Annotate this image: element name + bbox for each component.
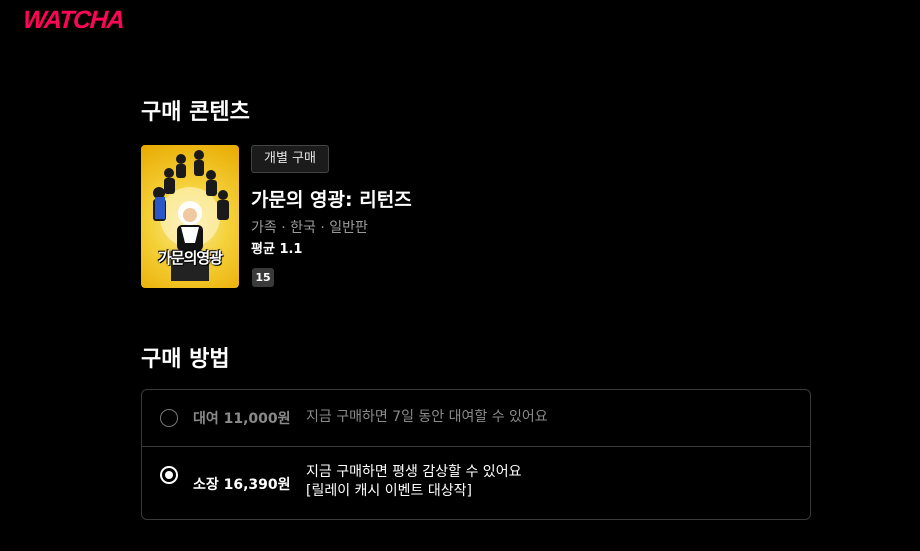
ownership-option[interactable]: 소장 16,390원 지금 구매하면 평생 감상할 수 있어요 [릴레이 캐시 …: [142, 447, 810, 520]
individual-purchase-badge: 개별 구매: [251, 145, 329, 173]
average-rating: 평균 1.1: [251, 242, 303, 257]
content-title: 가문의 영광: 리턴즈: [251, 189, 412, 211]
purchase-options: 대여 11,000원 지금 구매하면 7일 동안 대여할 수 있어요 소장 16…: [141, 389, 811, 520]
ownership-price: 소장 16,390원: [193, 477, 291, 493]
content-poster: 가문의영광: [141, 145, 239, 288]
ownership-description-line1: 지금 구매하면 평생 감상할 수 있어요: [306, 464, 522, 480]
rental-description: 지금 구매하면 7일 동안 대여할 수 있어요: [306, 409, 548, 425]
watcha-logo[interactable]: WATCHA: [22, 6, 125, 35]
content-meta: 가족 · 한국 · 일반판: [251, 220, 368, 236]
poster-title-text: 가문의영광: [157, 249, 223, 267]
rental-option[interactable]: 대여 11,000원 지금 구매하면 7일 동안 대여할 수 있어요: [142, 390, 810, 447]
radio-selected-dot: [165, 471, 173, 479]
ownership-event-note: [릴레이 캐시 이벤트 대상작]: [306, 483, 472, 499]
age-rating-badge: 15: [252, 268, 274, 287]
ownership-description: 지금 구매하면 평생 감상할 수 있어요 [릴레이 캐시 이벤트 대상작]: [306, 463, 521, 501]
purchase-method-title: 구매 방법: [141, 347, 230, 372]
purchase-content-title: 구매 콘텐츠: [141, 100, 250, 125]
ownership-radio[interactable]: [160, 466, 178, 484]
rental-radio[interactable]: [160, 409, 178, 427]
rental-price: 대여 11,000원: [193, 411, 291, 427]
